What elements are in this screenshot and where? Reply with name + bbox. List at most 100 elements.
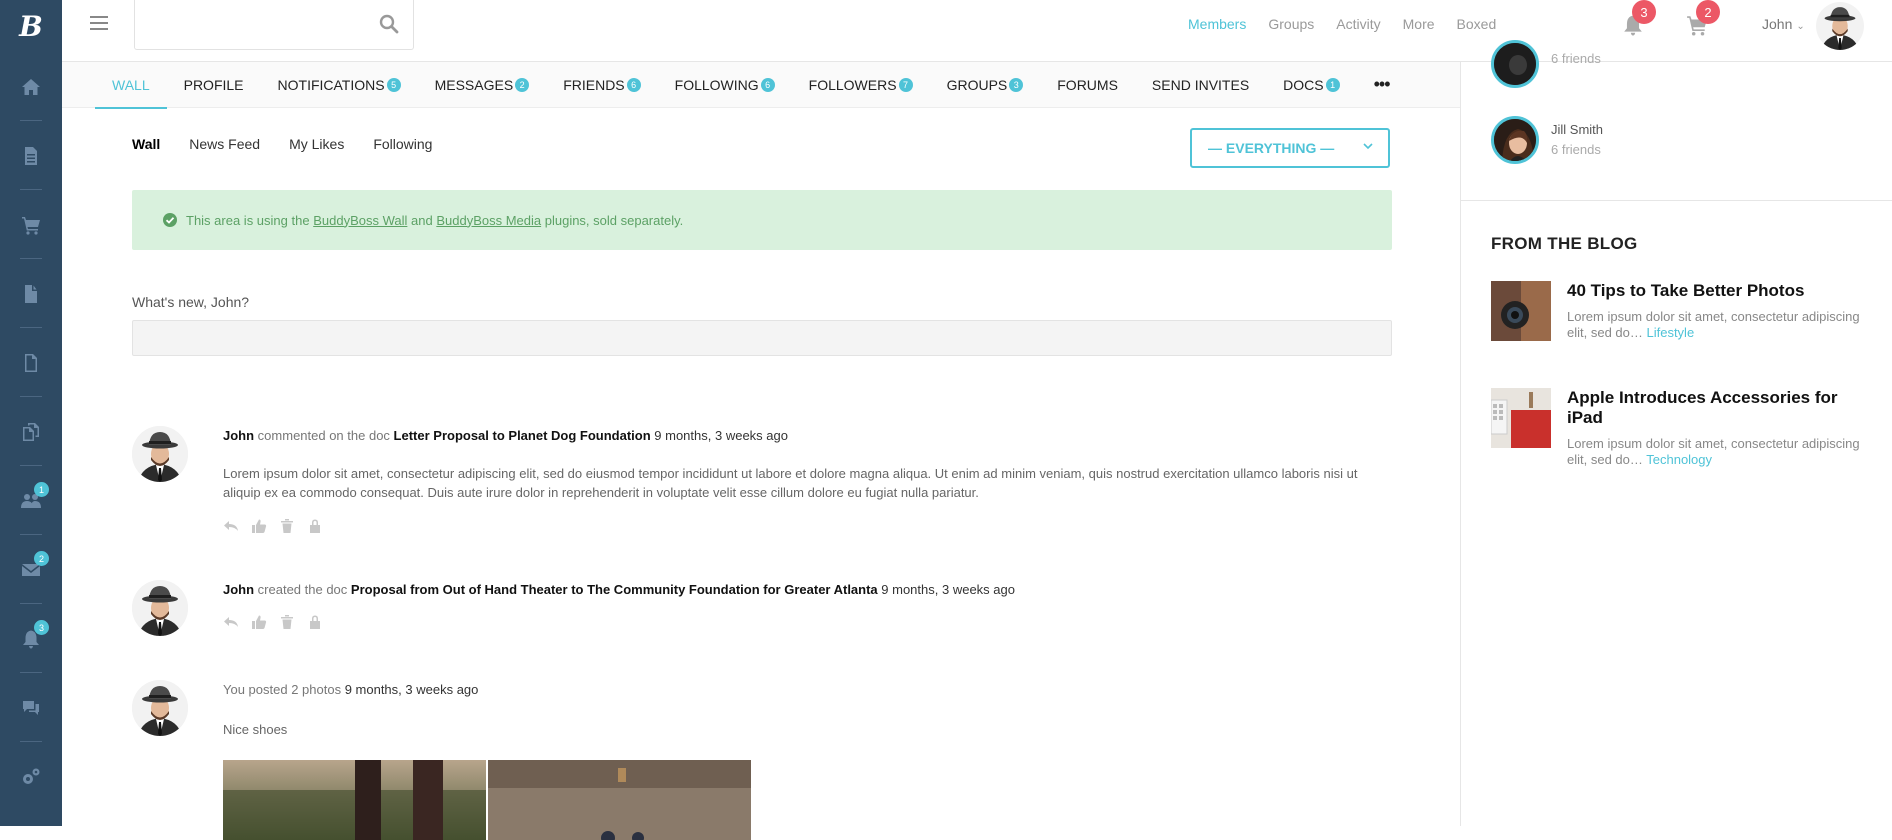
home-icon	[22, 78, 40, 95]
sidebar-item-documents[interactable]	[0, 121, 62, 190]
post-category-link[interactable]: Lifestyle	[1643, 325, 1694, 340]
subtab-following[interactable]: Following	[373, 136, 432, 152]
tab-count-badge: 3	[1009, 77, 1024, 92]
buddyboss-media-link[interactable]: BuddyBoss Media	[436, 213, 541, 228]
sidebar-item-notifications[interactable]: 3	[0, 604, 62, 673]
menu-toggle-icon[interactable]	[90, 16, 108, 34]
tab-send-invites[interactable]: SEND INVITES	[1152, 62, 1249, 108]
tab-docs[interactable]: DOCS 1	[1283, 62, 1340, 108]
search-icon[interactable]	[379, 14, 399, 34]
activity-avatar[interactable]	[132, 680, 188, 736]
sidebar-item-home[interactable]	[0, 52, 62, 121]
notifications-button[interactable]: 3	[1622, 0, 1656, 36]
post-title-link[interactable]: 40 Tips to Take Better Photos	[1567, 281, 1867, 301]
activity-time[interactable]: 9 months, 3 weeks ago	[341, 682, 479, 697]
right-sidebar: 6 friends Jill Smith 6 friends FROM THE …	[1460, 40, 1892, 826]
nav-link-boxed[interactable]: Boxed	[1457, 16, 1497, 32]
notice-middle: and	[411, 212, 433, 228]
reply-icon[interactable]	[223, 614, 239, 630]
divider	[1461, 200, 1892, 201]
search-input[interactable]	[135, 0, 365, 48]
activity-avatar[interactable]	[132, 580, 188, 636]
sidebar-item-settings[interactable]	[0, 742, 62, 811]
nav-link-groups[interactable]: Groups	[1268, 16, 1314, 32]
post-excerpt: Lorem ipsum dolor sit amet, consectetur …	[1567, 436, 1860, 467]
notice-suffix: plugins, sold separately.	[544, 212, 684, 228]
activity-photos	[223, 760, 753, 840]
post-thumbnail[interactable]	[1491, 281, 1551, 341]
nav-link-members[interactable]: Members	[1188, 16, 1246, 32]
profile-tabs: WALL PROFILE NOTIFICATIONS 5 MESSAGES 2 FR…	[62, 62, 1460, 109]
tab-wall[interactable]: WALL	[95, 62, 167, 109]
post-thumbnail[interactable]	[1491, 388, 1551, 448]
top-bar: Members Groups Activity More Boxed 3 2 J…	[62, 0, 1892, 62]
sidebar-item-chat[interactable]	[0, 673, 62, 742]
tab-following[interactable]: FOLLOWING 6	[675, 62, 775, 108]
sidebar-item-pages[interactable]	[0, 328, 62, 397]
nav-link-more[interactable]: More	[1403, 16, 1435, 32]
friend-item[interactable]: Jill Smith 6 friends	[1491, 116, 1603, 164]
tab-profile[interactable]: PROFILE	[184, 62, 244, 108]
post-category-link[interactable]: Technology	[1643, 452, 1712, 467]
file-icon	[25, 284, 37, 303]
activity-time[interactable]: 9 months, 3 weeks ago	[878, 582, 1015, 597]
sidebar-item-copies[interactable]	[0, 397, 62, 466]
user-menu[interactable]: John ⌄	[1762, 16, 1805, 32]
sidebar-item-messages[interactable]: 2	[0, 535, 62, 604]
nav-link-activity[interactable]: Activity	[1336, 16, 1380, 32]
sidebar-nav: 1 2 3	[0, 52, 62, 811]
activity-user-link[interactable]: John	[223, 582, 254, 597]
blog-widget-title: FROM THE BLOG	[1491, 234, 1638, 253]
more-tabs-button[interactable]: •••	[1374, 62, 1391, 108]
subtab-my-likes[interactable]: My Likes	[289, 136, 344, 152]
notice-prefix: This area is using the	[186, 212, 310, 228]
activity-filter-select[interactable]: — EVERYTHING —	[1190, 128, 1390, 168]
sidebar-item-groups[interactable]: 1	[0, 466, 62, 535]
activity-user-link[interactable]: John	[223, 428, 254, 443]
tab-followers[interactable]: FOLLOWERS 7	[809, 62, 913, 108]
post-title-link[interactable]: Apple Introduces Accessories for iPad	[1567, 388, 1867, 428]
document-icon	[25, 146, 37, 165]
activity-time[interactable]: 9 months, 3 weeks ago	[651, 428, 788, 443]
cart-count-badge: 2	[1696, 0, 1720, 24]
buddyboss-wall-link[interactable]: BuddyBoss Wall	[313, 213, 407, 228]
user-avatar[interactable]	[1816, 2, 1864, 50]
lock-icon[interactable]	[307, 518, 323, 534]
photo-thumbnail[interactable]	[223, 760, 486, 840]
sidebar-item-shop[interactable]	[0, 190, 62, 259]
notifications-badge: 3	[34, 620, 49, 635]
activity-target-link[interactable]: Proposal from Out of Hand Theater to The…	[351, 582, 878, 597]
tab-friends[interactable]: FRIENDS 6	[563, 62, 641, 108]
lock-icon[interactable]	[307, 614, 323, 630]
friend-item[interactable]: 6 friends	[1491, 40, 1601, 88]
tab-notifications[interactable]: NOTIFICATIONS 5	[278, 62, 401, 108]
delete-icon[interactable]	[279, 614, 295, 630]
reply-icon[interactable]	[223, 518, 239, 534]
check-circle-icon	[163, 213, 177, 227]
activity-header: John commented on the doc Letter Proposa…	[223, 428, 788, 443]
photo-thumbnail[interactable]	[488, 760, 751, 840]
subtab-news-feed[interactable]: News Feed	[189, 136, 260, 152]
tab-count-badge: 6	[760, 77, 775, 92]
tab-groups[interactable]: GROUPS 3	[947, 62, 1024, 108]
activity-target-link[interactable]: Letter Proposal to Planet Dog Foundation	[394, 428, 651, 443]
activity-content: Lorem ipsum dolor sit amet, consectetur …	[223, 466, 1358, 500]
activity-avatar[interactable]	[132, 426, 188, 482]
like-icon[interactable]	[251, 518, 267, 534]
friend-avatar[interactable]	[1491, 40, 1539, 88]
sidebar-item-files[interactable]	[0, 259, 62, 328]
activity-content: Nice shoes	[223, 722, 288, 737]
cart-button[interactable]: 2	[1686, 0, 1720, 36]
buddyboss-logo[interactable]: B	[0, 0, 62, 52]
friend-avatar[interactable]	[1491, 116, 1539, 164]
friend-name[interactable]: Jill Smith	[1551, 122, 1603, 137]
tab-forums[interactable]: FORUMS	[1057, 62, 1118, 108]
activity-actions	[223, 518, 1388, 534]
subtab-wall[interactable]: Wall	[132, 136, 160, 152]
plugin-notice: This area is using the BuddyBoss Wall an…	[132, 190, 1392, 250]
tab-messages[interactable]: MESSAGES 2	[435, 62, 530, 108]
like-icon[interactable]	[251, 614, 267, 630]
delete-icon[interactable]	[279, 518, 295, 534]
chevron-down-icon	[1363, 143, 1373, 150]
whats-new-input[interactable]	[132, 320, 1392, 356]
